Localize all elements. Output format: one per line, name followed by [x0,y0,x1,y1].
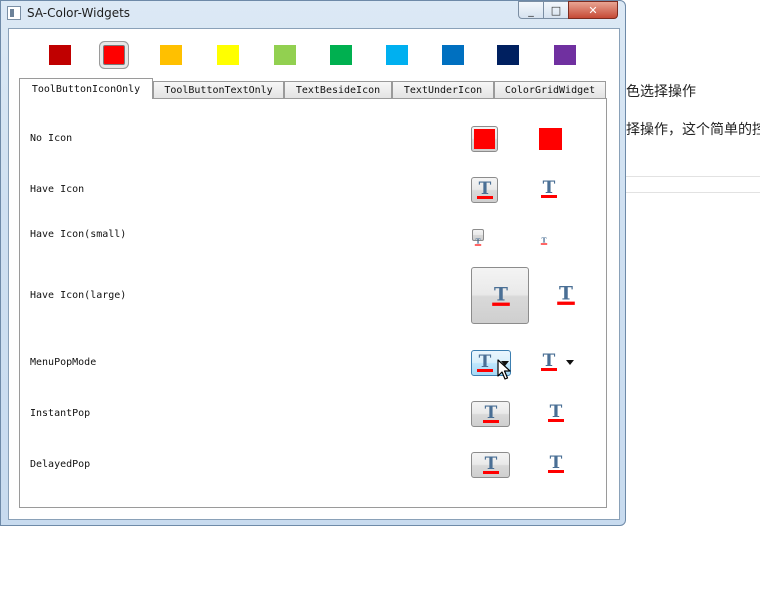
tab-text-under-icon[interactable]: TextUnderIcon [392,81,494,98]
row-label-have-icon-small: Have Icon(small) [30,229,127,240]
color-tool-button-have-icon-small[interactable]: T [472,229,484,246]
color-swatch-red[interactable] [103,45,125,65]
color-swatch-dark-blue[interactable] [497,45,519,65]
color-fill [474,129,495,149]
color-swatch-light-blue[interactable] [386,45,408,65]
svg-text:T: T [559,284,573,304]
color-tool-button-instant-pop[interactable]: T [471,401,510,427]
tab-color-grid-widget[interactable]: ColorGridWidget [494,81,606,98]
text-color-icon[interactable]: T [539,351,559,376]
text-color-icon: T [481,454,501,479]
title-bar[interactable]: SA-Color-Widgets _ □ ✕ [1,1,627,27]
color-swatch-light-green[interactable] [274,45,296,65]
tab-text-beside-icon[interactable]: TextBesideIcon [284,81,392,98]
app-window: SA-Color-Widgets _ □ ✕ ToolButtonIconOnl… [0,0,626,526]
close-button[interactable]: ✕ [568,1,618,19]
text-color-icon[interactable]: T [555,282,577,310]
color-tool-button-no-icon[interactable] [471,126,498,152]
color-swatch-yellow[interactable] [217,45,239,65]
color-tool-button-have-icon[interactable]: T [471,177,498,203]
client-area: ToolButtonIconOnly ToolButtonTextOnly Te… [8,28,620,520]
background-text-line-1: 色选择操作 [626,84,696,100]
row-label-have-icon: Have Icon [30,184,85,195]
color-tool-button-no-icon-autoraise[interactable] [539,128,562,150]
row-label-menu-pop-mode: MenuPopMode [30,357,97,368]
color-swatch-blue[interactable] [442,45,464,65]
color-swatch-dark-red[interactable] [49,45,71,65]
row-label-no-icon: No Icon [30,133,73,144]
text-color-icon[interactable]: T [540,230,548,249]
text-color-icon[interactable]: T [539,178,559,203]
row-label-delayed-pop: DelayedPop [30,459,91,470]
text-color-icon: T [475,352,495,377]
svg-text:T: T [494,285,508,305]
color-swatch-green[interactable] [330,45,352,65]
color-swatch-orange[interactable] [160,45,182,65]
background-divider [626,176,760,177]
window-title: SA-Color-Widgets [27,6,131,20]
color-tool-button-have-icon-large[interactable]: T [471,267,529,324]
text-color-icon: T [474,231,482,250]
background-divider [626,192,760,193]
app-icon [7,6,21,20]
text-color-icon[interactable]: T [546,453,566,478]
row-label-have-icon-large: Have Icon(large) [30,290,127,301]
background-text-line-2: 择操作，这个简单的控 [626,122,760,138]
tab-toolbutton-text-only[interactable]: ToolButtonTextOnly [153,81,284,98]
mouse-cursor-icon [497,359,511,380]
text-color-icon: T [475,179,495,204]
color-swatch-purple[interactable] [554,45,576,65]
text-color-icon: T [481,403,501,428]
color-tool-button-delayed-pop[interactable]: T [471,452,510,478]
text-color-icon: T [490,283,512,311]
minimize-button[interactable]: _ [518,1,544,19]
chevron-down-icon[interactable] [566,360,574,365]
maximize-button[interactable]: □ [543,1,569,19]
text-color-icon[interactable]: T [546,402,566,427]
tab-toolbutton-icon-only[interactable]: ToolButtonIconOnly [19,78,153,99]
row-label-instant-pop: InstantPop [30,408,91,419]
